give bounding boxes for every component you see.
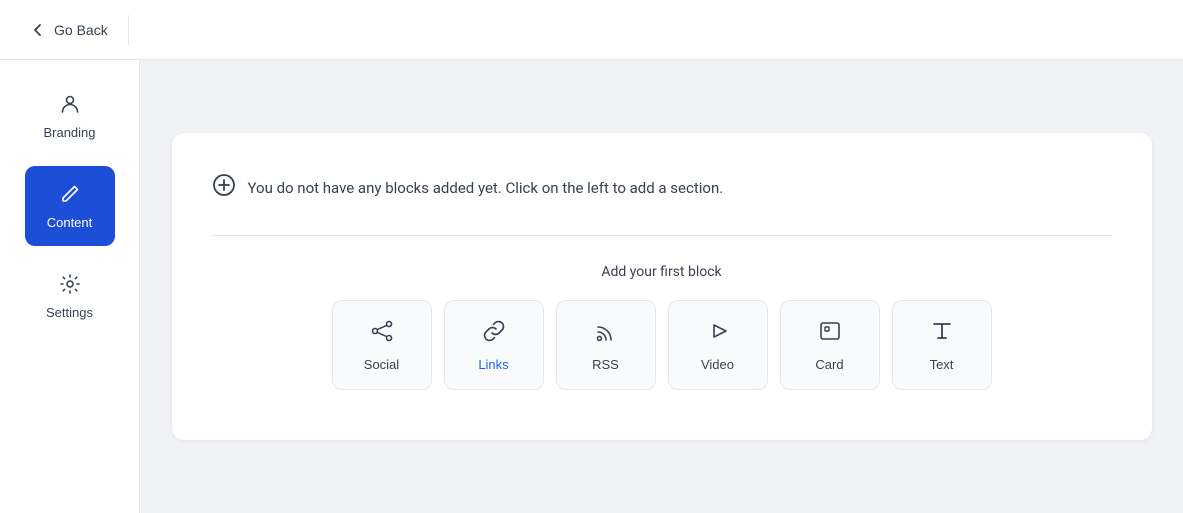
sidebar-settings-label: Settings [46,305,93,320]
block-option-rss[interactable]: RSS [556,300,656,390]
block-option-card[interactable]: Card [780,300,880,390]
block-links-label: Links [478,357,508,372]
links-icon [481,318,507,349]
go-back-label: Go Back [54,22,108,38]
sidebar-item-branding[interactable]: Branding [25,76,115,156]
sidebar: Branding Content Settings [0,60,140,513]
sidebar-content-label: Content [47,215,93,230]
section-divider [212,235,1112,236]
header: Go Back [0,0,1183,60]
add-circle-icon [212,173,236,203]
social-icon [369,318,395,349]
header-divider [128,15,129,45]
person-icon [59,93,81,119]
video-icon [705,318,731,349]
main-layout: Branding Content Settings [0,60,1183,513]
block-text-label: Text [930,357,954,372]
gear-icon [59,273,81,299]
block-card-label: Card [815,357,843,372]
card-icon [817,318,843,349]
content-panel: You do not have any blocks added yet. Cl… [172,133,1152,440]
text-icon [929,318,955,349]
sidebar-item-settings[interactable]: Settings [25,256,115,336]
rss-icon [593,318,619,349]
block-video-label: Video [701,357,734,372]
block-options: Social Links [212,300,1112,390]
empty-state-text: You do not have any blocks added yet. Cl… [248,179,724,197]
empty-state-message: You do not have any blocks added yet. Cl… [212,173,1112,203]
sidebar-branding-label: Branding [43,125,95,140]
block-option-text[interactable]: Text [892,300,992,390]
content-area: You do not have any blocks added yet. Cl… [140,60,1183,513]
block-option-links[interactable]: Links [444,300,544,390]
block-option-video[interactable]: Video [668,300,768,390]
add-block-title: Add your first block [212,264,1112,280]
go-back-button[interactable]: Go Back [20,16,118,44]
block-rss-label: RSS [592,357,619,372]
block-social-label: Social [364,357,399,372]
pencil-icon [59,183,81,209]
sidebar-item-content[interactable]: Content [25,166,115,246]
block-option-social[interactable]: Social [332,300,432,390]
arrow-left-icon [30,22,46,38]
